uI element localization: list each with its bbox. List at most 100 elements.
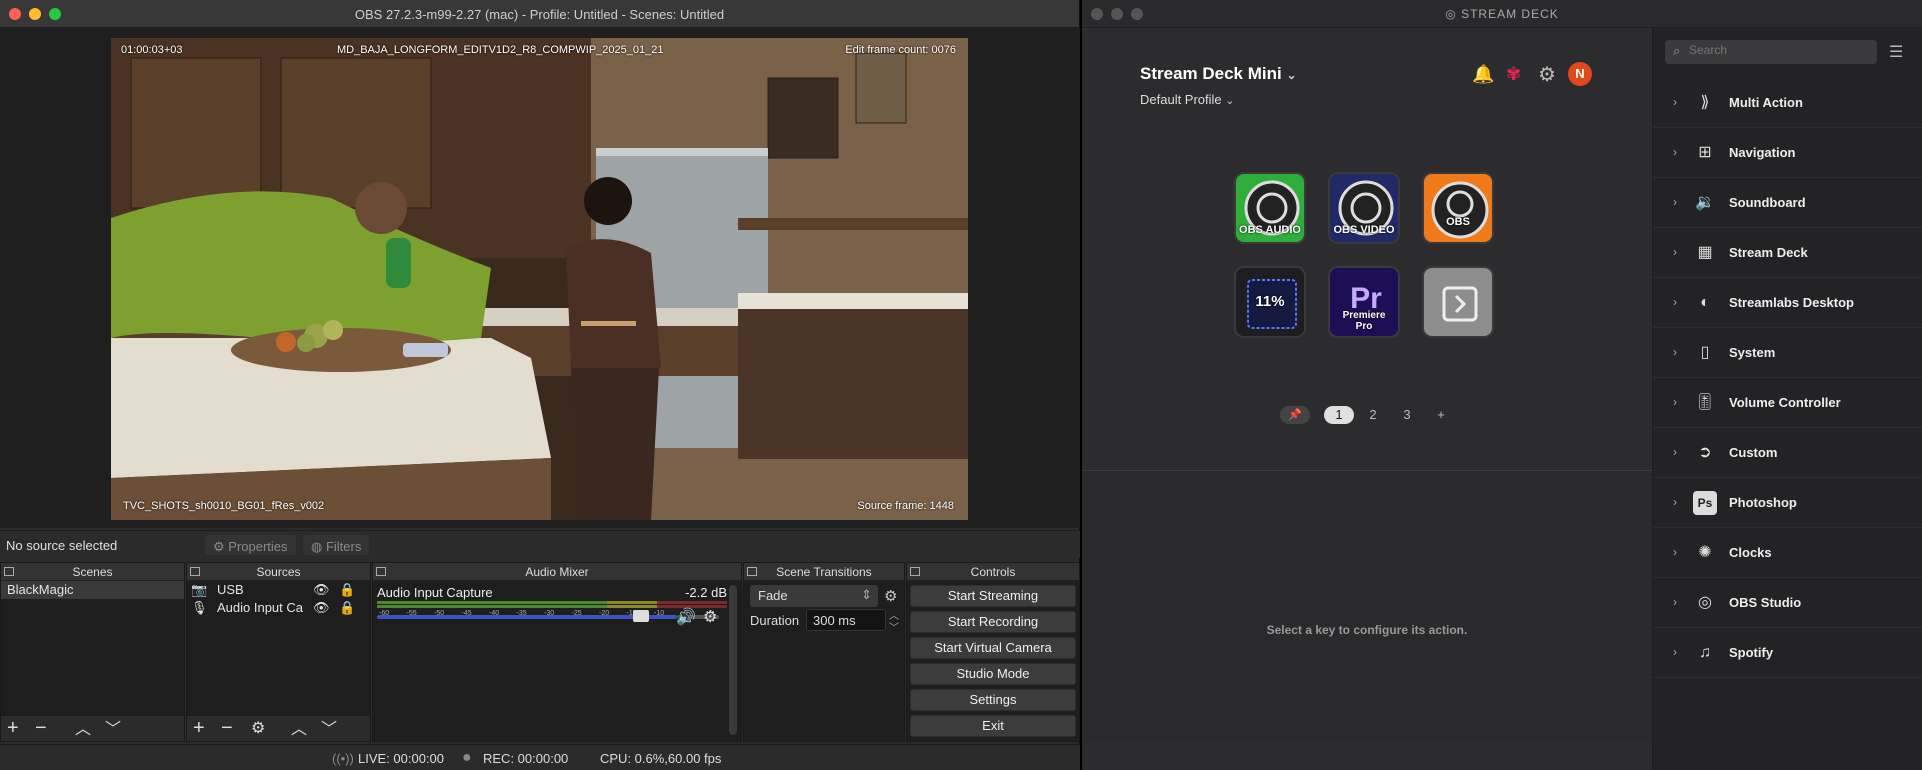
search-box[interactable]: ⌕ [1665,40,1877,64]
up-down-icon: ⇕ [861,587,872,602]
float-dock-icon[interactable] [747,567,757,576]
float-dock-icon[interactable] [376,567,386,576]
float-dock-icon[interactable] [910,567,920,576]
volume-slider-handle[interactable] [633,610,649,622]
program-preview[interactable]: 01:00:03+03 MD_BAJA_LONGFORM_EDITV1D2_R8… [111,38,968,520]
chevron-right-icon: › [1673,545,1677,559]
page-button-1[interactable]: 1 [1324,406,1354,424]
action-category-label: Clocks [1729,545,1772,560]
action-category[interactable]: › ✺ Clocks [1653,528,1922,578]
mixer-scrollbar[interactable] [729,585,737,735]
deck-key-obs-video[interactable]: OBS VIDEO [1328,172,1400,244]
config-hint: Select a key to configure its action. [1266,623,1468,637]
no-source-label: No source selected [6,538,118,553]
remove-scene-button[interactable]: − [35,718,47,738]
lock-icon[interactable]: 🔒 [339,599,355,617]
lock-icon[interactable]: 🔒 [339,581,355,599]
deck-key-obs-audio[interactable]: OBS AUDIO [1234,172,1306,244]
move-source-down-button[interactable]: ﹀ [321,720,337,740]
mixer-settings-icon[interactable]: ⚙ [703,607,717,627]
preview-scene-image [111,38,968,520]
marketplace-icon[interactable]: ✾ [1506,64,1521,85]
scene-transitions-dock: Scene Transitions Fade ⇕ ⚙ Duration 300 m… [743,562,905,742]
device-name: Stream Deck Mini [1140,64,1282,83]
move-source-up-button[interactable]: ︿ [291,720,307,740]
eye-icon[interactable]: 👁 [313,599,330,617]
source-item[interactable]: 📷 USB 👁 🔒 [187,581,370,599]
deck-key-obs[interactable]: OBS [1422,172,1494,244]
float-dock-icon[interactable] [4,567,14,576]
source-item[interactable]: 🎙 Audio Input Ca 👁 🔒 [187,599,370,617]
rec-dot-icon: ● [462,749,472,766]
exit-button[interactable]: Exit [910,715,1076,737]
action-category[interactable]: › ▯ System [1653,328,1922,378]
duration-input[interactable]: 300 ms [806,609,886,631]
action-category[interactable]: › ➲ Custom [1653,428,1922,478]
status-bar: ((•)) LIVE: 00:00:00 ● REC: 00:00:00 CPU… [0,744,1080,770]
chevron-right-icon: › [1673,295,1677,309]
action-category[interactable]: › 🔉 Soundboard [1653,178,1922,228]
deck-key-next-page[interactable] [1422,266,1494,338]
add-page-button[interactable]: + [1426,406,1456,424]
stream-deck-title-text: STREAM DECK [1461,7,1559,21]
action-category[interactable]: › ⊞ Navigation [1653,128,1922,178]
action-category[interactable]: › ⟫ Multi Action [1653,78,1922,128]
deck-key-premiere[interactable]: Pr Premiere Pro [1328,266,1400,338]
action-category[interactable]: › ♫ Spotify [1653,628,1922,678]
pin-icon[interactable]: 📌 [1280,406,1310,424]
page-button-2[interactable]: 2 [1358,406,1388,424]
add-scene-button[interactable]: + [7,718,19,738]
filters-button[interactable]: ◍ Filters [302,534,371,556]
user-avatar[interactable]: N [1568,62,1592,86]
notification-bell-icon[interactable]: 🔔 [1472,64,1494,85]
transition-select[interactable]: Fade ⇕ [750,585,878,607]
streamlabs-icon: ◐ [1700,294,1710,311]
volume-slider-fill[interactable] [377,615,677,619]
deck-key-cpu[interactable]: 11% [1234,266,1306,338]
navigation-icon: ⊞ [1698,144,1712,161]
spotify-icon: ♫ [1699,644,1711,661]
search-icon: ⌕ [1673,43,1681,58]
chevron-right-icon: › [1673,595,1677,609]
move-scene-down-button[interactable]: ﹀ [105,720,121,740]
move-scene-up-button[interactable]: ︿ [75,720,91,740]
start-streaming-button[interactable]: Start Streaming [910,585,1076,607]
properties-button[interactable]: ⚙ Properties [204,534,297,556]
profile-select[interactable]: Default Profile ⌄ [1140,92,1235,107]
scene-item[interactable]: BlackMagic [1,581,184,599]
start-virtual-camera-button[interactable]: Start Virtual Camera [910,637,1076,659]
eye-icon[interactable]: 👁 [313,581,330,599]
device-select[interactable]: Stream Deck Mini ⌄ [1140,64,1297,84]
mixer-level: -2.2 dB [685,585,727,600]
settings-gear-icon[interactable]: ⚙ [1538,62,1556,87]
controls-dock: Controls Start Streaming Start Recording… [906,562,1080,742]
action-category[interactable]: › ◎ OBS Studio [1653,578,1922,628]
stepper-down-icon[interactable]: ﹀ [889,619,899,634]
start-recording-button[interactable]: Start Recording [910,611,1076,633]
action-category[interactable]: › ◐ Streamlabs Desktop [1653,278,1922,328]
live-signal-icon: ((•)) [332,751,354,766]
action-category[interactable]: › 🎚 Volume Controller [1653,378,1922,428]
deck-key-label: OBS AUDIO [1239,224,1301,236]
scene-transitions-header: Scene Transitions [744,563,904,581]
action-category[interactable]: › Ps Photoshop [1653,478,1922,528]
action-category-label: Photoshop [1729,495,1797,510]
filter-icon: ◍ [311,539,323,554]
scenes-title: Scenes [72,565,113,579]
speaker-icon[interactable]: 🔊 [676,607,696,627]
float-dock-icon[interactable] [190,567,200,576]
transition-settings-icon[interactable]: ⚙ [884,587,897,605]
chevron-right-icon: › [1673,245,1677,259]
page-button-3[interactable]: 3 [1392,406,1422,424]
list-view-icon[interactable]: ☰ [1889,42,1903,62]
remove-source-button[interactable]: − [221,718,233,738]
settings-button[interactable]: Settings [910,689,1076,711]
source-item-label: Audio Input Ca [217,600,304,615]
studio-mode-button[interactable]: Studio Mode [910,663,1076,685]
rec-time: REC: 00:00:00 [483,751,569,766]
search-input[interactable] [1689,43,1869,57]
source-settings-icon[interactable]: ⚙ [251,719,265,739]
action-category[interactable]: › ▦ Stream Deck [1653,228,1922,278]
add-source-button[interactable]: + [193,718,205,738]
scenes-footer: + − ︿ ﹀ [1,715,184,741]
